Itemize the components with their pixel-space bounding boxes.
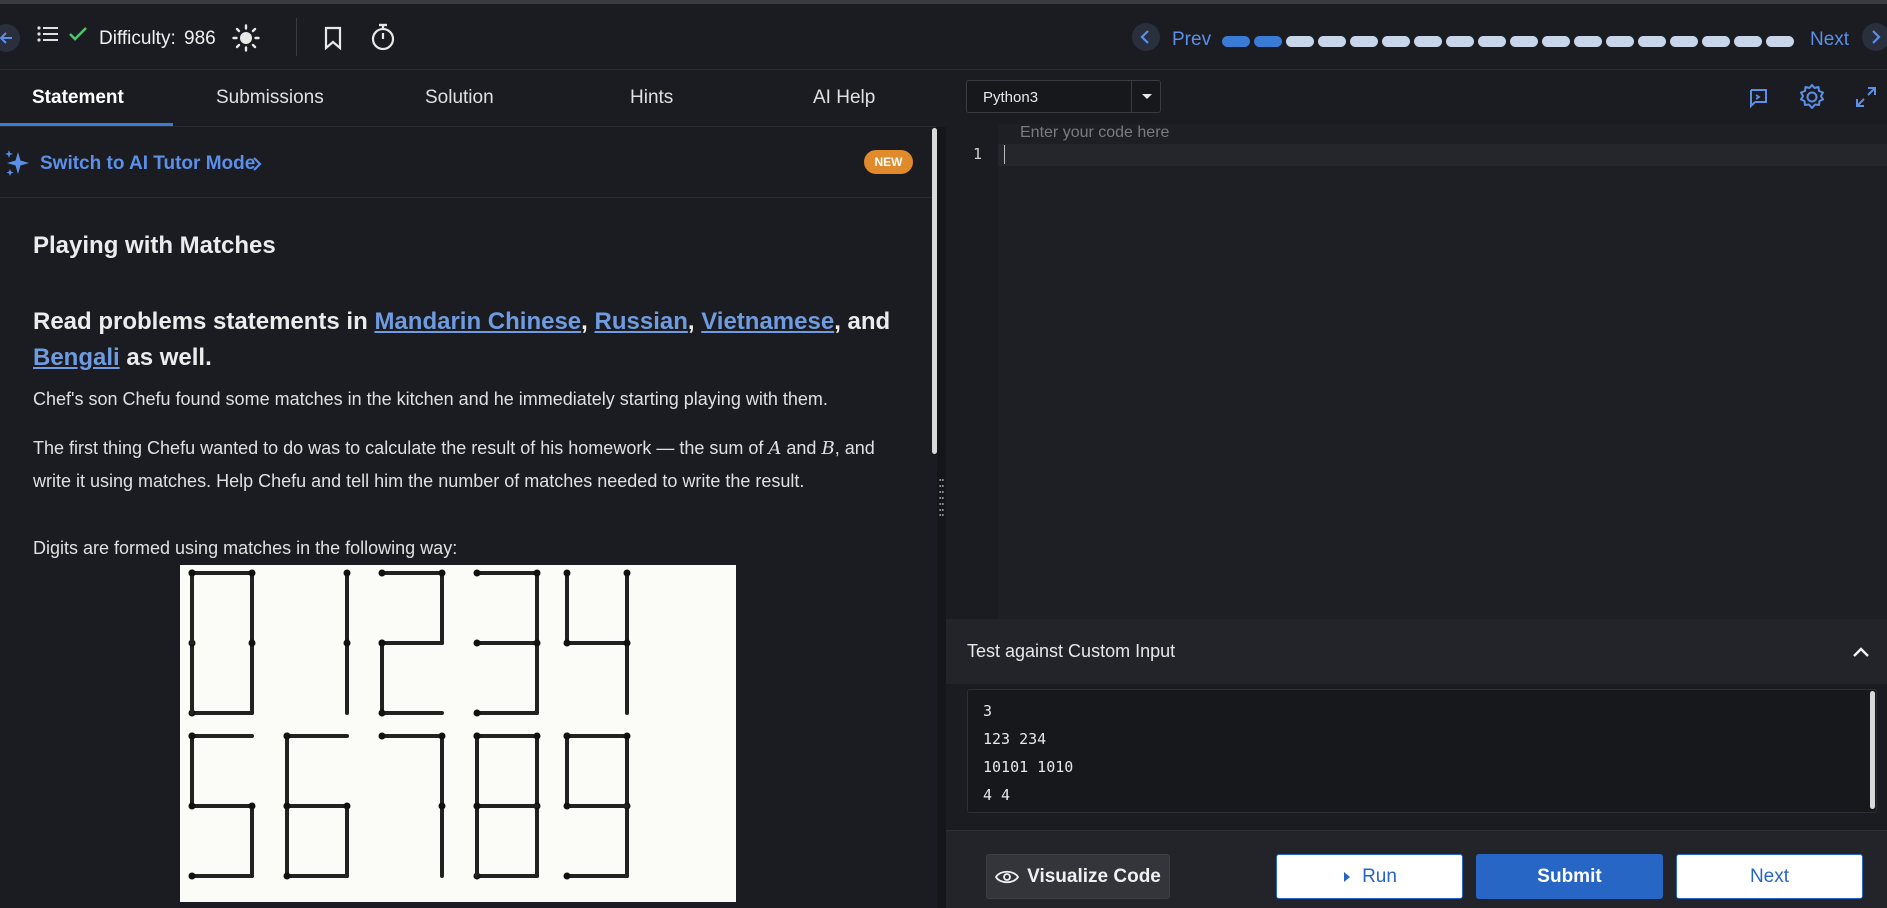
link-vietnamese[interactable]: Vietnamese [701, 308, 834, 335]
custom-input-title[interactable]: Test against Custom Input [967, 641, 1175, 662]
language-select-value: Python3 [983, 89, 1039, 106]
progress-segment[interactable] [1286, 36, 1314, 47]
link-russian[interactable]: Russian [595, 308, 688, 335]
progress-segment[interactable] [1734, 36, 1762, 47]
progress-segment[interactable] [1382, 36, 1410, 47]
prev-link[interactable]: Prev [1172, 29, 1211, 51]
top-bar: Difficulty: 986 Prev Next [0, 4, 1887, 70]
run-button[interactable]: Run [1276, 854, 1463, 899]
solved-check-icon [68, 22, 88, 46]
statement-paragraph-1: Chef's son Chefu found some matches in t… [33, 389, 828, 409]
progress-segment[interactable] [1702, 36, 1730, 47]
console-icon[interactable] [1745, 85, 1771, 111]
custom-input-scrollbar[interactable] [1870, 691, 1875, 809]
problem-tabs: Statement Submissions Solution Hints AI … [0, 71, 936, 127]
line-number-gutter [946, 124, 998, 619]
link-mandarin-chinese[interactable]: Mandarin Chinese [374, 308, 581, 335]
chevron-right-icon[interactable] [249, 152, 265, 176]
separator-and: , and [834, 308, 891, 335]
custom-input-textarea[interactable] [967, 689, 1877, 813]
translation-prefix: Read problems statements in [33, 308, 368, 335]
prev-chevron-icon[interactable] [1132, 23, 1160, 51]
language-dropdown-toggle[interactable] [1131, 81, 1161, 112]
progress-segment[interactable] [1670, 36, 1698, 47]
line-number: 1 [973, 145, 983, 163]
expand-icon[interactable] [1853, 84, 1879, 110]
translation-suffix: as well. [126, 344, 212, 371]
play-icon [1344, 871, 1351, 882]
link-bengali[interactable]: Bengali [33, 344, 120, 371]
progress-segment[interactable] [1478, 36, 1506, 47]
matchstick-digits-image [180, 565, 736, 902]
problem-title: Playing with Matches [33, 232, 276, 259]
translation-notice: Read problems statements in Mandarin Chi… [33, 304, 913, 376]
progress-segment[interactable] [1318, 36, 1346, 47]
tab-solution[interactable]: Solution [425, 87, 494, 109]
panel-resize-divider[interactable] [937, 127, 946, 908]
progress-segment[interactable] [1606, 36, 1634, 47]
tab-submissions[interactable]: Submissions [216, 87, 324, 109]
chevron-up-icon[interactable] [1848, 640, 1874, 664]
progress-segment[interactable] [1350, 36, 1378, 47]
settings-gear-icon[interactable] [1797, 82, 1827, 112]
custom-input-line: 3 [983, 702, 993, 720]
current-line-highlight [998, 144, 1887, 166]
eye-icon [995, 870, 1020, 883]
timer-icon[interactable] [369, 22, 397, 52]
language-select[interactable]: Python3 [966, 80, 1161, 113]
new-badge: NEW [864, 150, 913, 174]
progress-segment[interactable] [1542, 36, 1570, 47]
next-chevron-icon[interactable] [1862, 23, 1887, 51]
resize-grip-icon[interactable] [939, 477, 944, 517]
progress-segment[interactable] [1574, 36, 1602, 47]
ai-tutor-banner: Switch to AI Tutor Mode NEW [0, 128, 936, 198]
paragraph-2-and: and [786, 438, 817, 458]
variable-a: A [768, 438, 782, 459]
progress-segment[interactable] [1766, 36, 1794, 47]
custom-input-line: 4 4 [983, 786, 1011, 804]
editor-placeholder: Enter your code here [1020, 124, 1170, 141]
next-problem-button[interactable]: Next [1676, 854, 1863, 899]
tab-statement[interactable]: Statement [32, 87, 124, 109]
separator-comma: , [687, 308, 695, 335]
text-cursor [1004, 145, 1005, 164]
paragraph-2-text-a: The first thing Chefu wanted to do was t… [33, 438, 764, 458]
progress-segment[interactable] [1414, 36, 1442, 47]
statement-paragraph-2: The first thing Chefu wanted to do was t… [33, 432, 913, 497]
back-arrow-icon[interactable] [0, 24, 22, 52]
active-tab-indicator [0, 123, 173, 126]
progress-segment[interactable] [1222, 36, 1250, 47]
switch-ai-tutor-link[interactable]: Switch to AI Tutor Mode [40, 153, 255, 175]
bookmark-icon[interactable] [321, 24, 345, 52]
submit-button[interactable]: Submit [1476, 854, 1663, 899]
theme-sun-icon[interactable] [231, 23, 261, 53]
statement-paragraph-3: Digits are formed using matches in the f… [33, 538, 458, 558]
progress-segment[interactable] [1254, 36, 1282, 47]
custom-input-line: 123 234 [983, 730, 1047, 748]
problem-list-icon[interactable] [36, 22, 60, 46]
sparkle-icon [4, 148, 34, 178]
custom-input-line: 10101 1010 [983, 758, 1074, 776]
difficulty-value: 986 [184, 28, 216, 49]
toolbar-divider [296, 18, 297, 56]
progress-segment[interactable] [1446, 36, 1474, 47]
visualize-code-button[interactable]: Visualize Code [986, 854, 1170, 899]
variable-b: B [821, 438, 835, 459]
tab-hints[interactable]: Hints [630, 87, 673, 109]
separator-comma: , [581, 308, 588, 335]
next-link[interactable]: Next [1810, 29, 1849, 51]
difficulty-label: Difficulty: [99, 28, 176, 49]
paragraph-2-comma: , [834, 438, 840, 458]
tab-ai-help[interactable]: AI Help [813, 87, 875, 109]
progress-segment[interactable] [1638, 36, 1666, 47]
run-label: Run [1362, 865, 1397, 887]
progress-segment[interactable] [1510, 36, 1538, 47]
code-editor[interactable] [946, 124, 1887, 619]
visualize-code-label: Visualize Code [1027, 865, 1161, 887]
